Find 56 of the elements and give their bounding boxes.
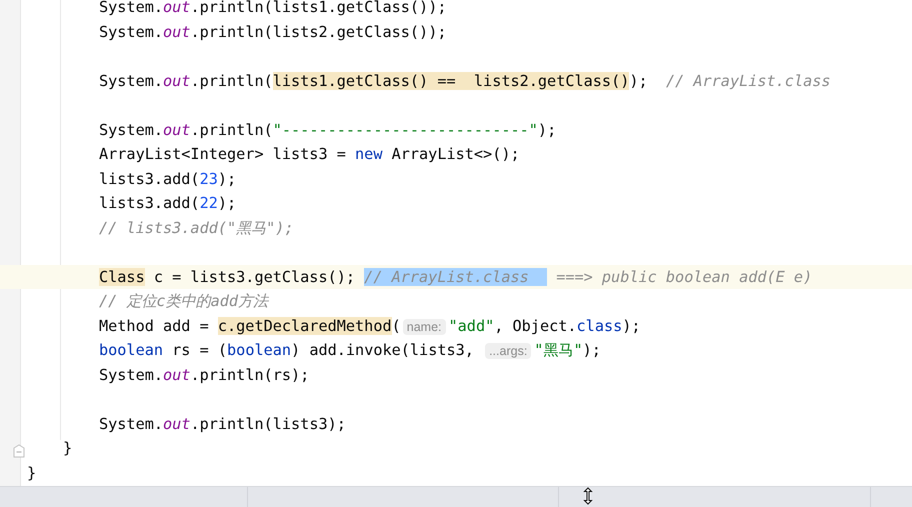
code-token: System.	[99, 22, 164, 40]
code-token: "---------------------------"	[272, 120, 538, 138]
code-token: 23	[200, 170, 218, 188]
code-token: }	[63, 439, 72, 457]
code-token: .println(rs);	[190, 366, 310, 384]
code-token: lists1.getClass() == lists2.getClass()	[272, 72, 630, 90]
code-token: ===> public boolean add(E e)	[555, 268, 812, 286]
code-token: out	[163, 120, 190, 138]
code-token: // 定位c类中的add方法	[99, 292, 268, 310]
code-token: class	[576, 316, 622, 334]
code-token: (	[392, 316, 401, 334]
code-token: Class	[99, 268, 145, 286]
code-token: boolean	[99, 341, 164, 359]
code-token: Method add =	[99, 316, 210, 334]
code-token: .println(lists3);	[190, 414, 346, 432]
code-token: lists3.add(	[99, 170, 200, 188]
code-token: out	[163, 72, 190, 90]
code-token: "add"	[448, 316, 494, 334]
code-token: .println(lists1.getClass());	[190, 0, 446, 16]
code-token: .println(lists2.getClass());	[190, 22, 446, 40]
code-token: );	[582, 341, 601, 359]
code-token: ArrayList<>();	[390, 145, 520, 163]
code-token: System.	[99, 72, 164, 90]
code-token: );	[622, 316, 641, 334]
code-token: );	[538, 120, 556, 138]
code-token: boolean	[227, 341, 292, 359]
code-token: out	[163, 366, 190, 384]
code-token: ) add.invoke(lists3,	[291, 341, 475, 359]
code-token: // ArrayList.class	[364, 268, 548, 286]
code-token: 22	[200, 194, 218, 212]
code-token: );	[218, 194, 236, 212]
code-token: // lists3.add("黑马");	[99, 218, 294, 236]
code-token: "黑马"	[534, 341, 583, 359]
code-token: out	[163, 414, 190, 432]
code-token: out	[163, 22, 190, 40]
code-token: rs = (	[171, 341, 228, 359]
code-token: lists3.add(	[99, 194, 200, 212]
code-token: );	[629, 72, 649, 90]
code-token: }	[27, 464, 36, 482]
parameter-hint: name:	[402, 318, 446, 334]
code-token: System.	[99, 414, 164, 432]
code-token: new	[355, 145, 382, 163]
code-token: , Object.	[494, 316, 577, 334]
code-token: c = lists3.getClass();	[152, 268, 356, 286]
code-token: );	[218, 170, 236, 188]
code-token: ArrayList<Integer> lists3 =	[99, 145, 347, 163]
code-token: .println(	[190, 120, 273, 138]
code-token: System.	[99, 0, 164, 16]
code-token: c.getDeclaredMethod	[218, 316, 392, 334]
code-token: System.	[99, 366, 164, 384]
code-token: System.	[99, 120, 164, 138]
code-token: .println(	[190, 72, 273, 90]
code-token: // ArrayList.class	[666, 72, 831, 90]
parameter-hint: ...args:	[485, 343, 532, 359]
fold-icon[interactable]	[13, 444, 25, 458]
code-token: out	[163, 0, 190, 16]
